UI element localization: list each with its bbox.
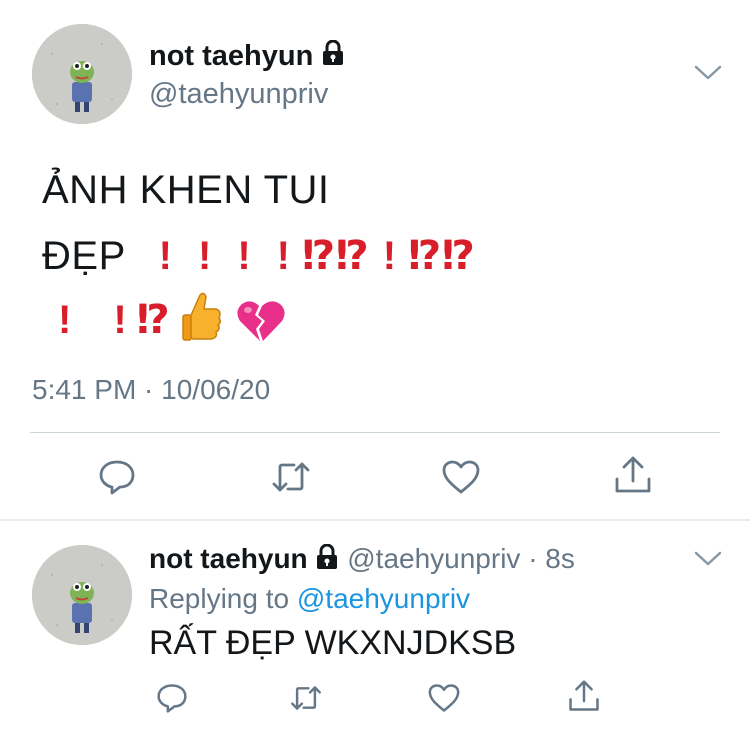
interrobang-mark: ⁉ (408, 234, 442, 278)
reply-button[interactable] (150, 678, 194, 718)
replying-to-handle-link[interactable]: @taehyunpriv (297, 583, 470, 614)
reply-icon (98, 459, 136, 495)
section-divider (0, 519, 750, 521)
exclamation-mark: ! (113, 298, 137, 342)
reply-avatar[interactable] (32, 545, 132, 645)
reply-text: RẤT ĐẸP WKXNJDKSB (149, 624, 517, 662)
broken-heart-icon (236, 299, 286, 360)
retweet-icon (270, 460, 312, 494)
divider (30, 432, 720, 433)
tweet-text-line-2: ĐẸP !!!!⁉⁉!⁉⁉ (42, 226, 475, 286)
share-icon (614, 455, 652, 495)
tweet-text-line-1: ẢNH KHEN TUI (42, 168, 330, 212)
reply-handle[interactable]: @taehyunpriv (347, 543, 520, 574)
display-name-text: not taehyun (149, 40, 314, 72)
exclamation-mark: ! (382, 234, 409, 278)
reply-display-name[interactable]: not taehyun (149, 543, 308, 574)
share-button[interactable] (562, 676, 606, 716)
exclamation-mark: ! (197, 234, 238, 278)
interrobang-mark: ⁉ (335, 234, 383, 278)
like-icon (427, 683, 461, 713)
exclamation-mark: ! (276, 234, 302, 278)
display-name[interactable]: not taehyun (149, 39, 345, 74)
lock-icon (321, 39, 345, 74)
exclamation-mark: ! (237, 234, 277, 278)
lock-icon (315, 543, 339, 577)
reply-header: not taehyun @taehyunpriv · 8s (149, 543, 575, 577)
like-button[interactable] (436, 452, 486, 502)
retweet-button[interactable] (266, 452, 316, 502)
replying-to-label: Replying to (149, 583, 290, 614)
tweet-text: ẢNH KHEN TUI (42, 160, 330, 220)
interrobang-mark: ⁉ (136, 298, 171, 342)
tweet-text-line-3: !!⁉ (58, 290, 286, 360)
like-button[interactable] (422, 678, 466, 718)
replying-to: Replying to @taehyunpriv (149, 583, 470, 615)
thumbs-up-icon (182, 291, 222, 360)
exclamation-mark: ! (158, 234, 198, 278)
tweet-text-word: ĐẸP (42, 234, 126, 278)
reply-button[interactable] (92, 452, 142, 502)
tweet-timestamp[interactable]: 5:41 PM · 10/06/20 (32, 374, 270, 406)
retweet-icon (289, 684, 323, 712)
exclamation-mark: ! (58, 298, 114, 342)
like-icon (441, 459, 481, 495)
reply-icon (156, 683, 188, 713)
chevron-down-icon[interactable] (694, 64, 722, 87)
interrobang-mark: ⁉ (441, 234, 476, 278)
interrobang-mark: ⁉ (301, 234, 336, 278)
share-icon (568, 679, 600, 713)
retweet-button[interactable] (284, 678, 328, 718)
handle[interactable]: @taehyunpriv (149, 78, 328, 111)
chevron-down-icon[interactable] (694, 550, 722, 573)
reply-time[interactable]: · 8s (528, 543, 575, 574)
share-button[interactable] (608, 450, 658, 500)
avatar[interactable] (32, 24, 132, 124)
